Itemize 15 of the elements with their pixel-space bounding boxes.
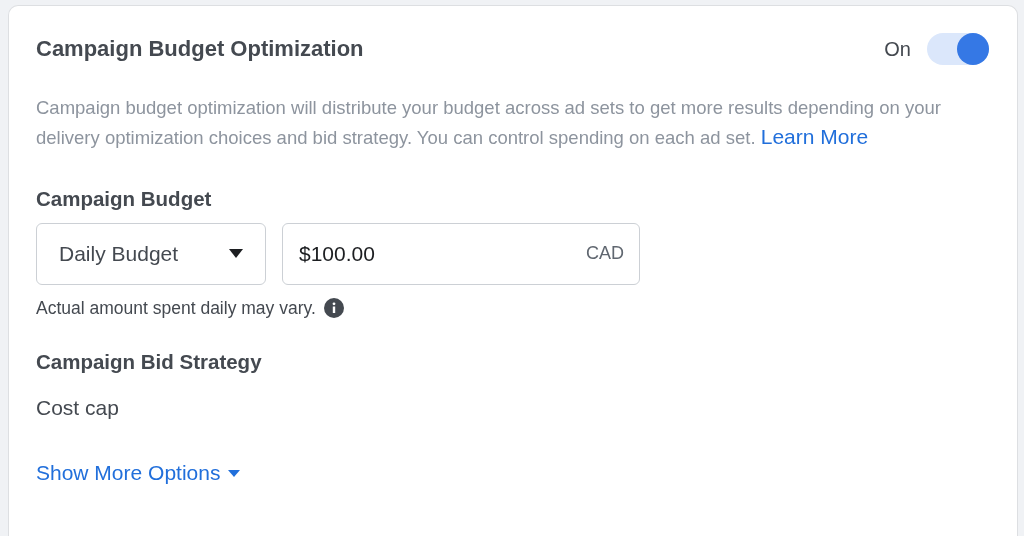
bid-strategy-value: Cost cap <box>36 394 120 421</box>
toggle-label: On <box>884 36 911 62</box>
section-label: Campaign Bid Strategy <box>36 349 263 375</box>
info-icon[interactable] <box>323 297 344 318</box>
hint-text: Actual amount spent daily may vary. <box>36 296 316 320</box>
currency-label: CAD <box>586 242 624 266</box>
description-text: Campaign budget optimization will distribute your budget across ad sets to get more results depending on your delivery optimization choices and bid strategy. You can control spending on each ad set. Learn More <box>36 96 942 150</box>
learn-more-link[interactable]: Learn More <box>760 125 869 148</box>
section-label: Campaign Budget <box>36 186 213 212</box>
toggle-switch[interactable] <box>927 32 989 65</box>
caret-icon <box>229 249 243 259</box>
caret-icon <box>228 469 241 477</box>
card-title: Campaign Budget Optimization <box>36 35 364 63</box>
budget-type-dropdown[interactable]: Daily Budget <box>36 222 266 285</box>
show-more-link[interactable]: Show More Options <box>36 457 241 489</box>
